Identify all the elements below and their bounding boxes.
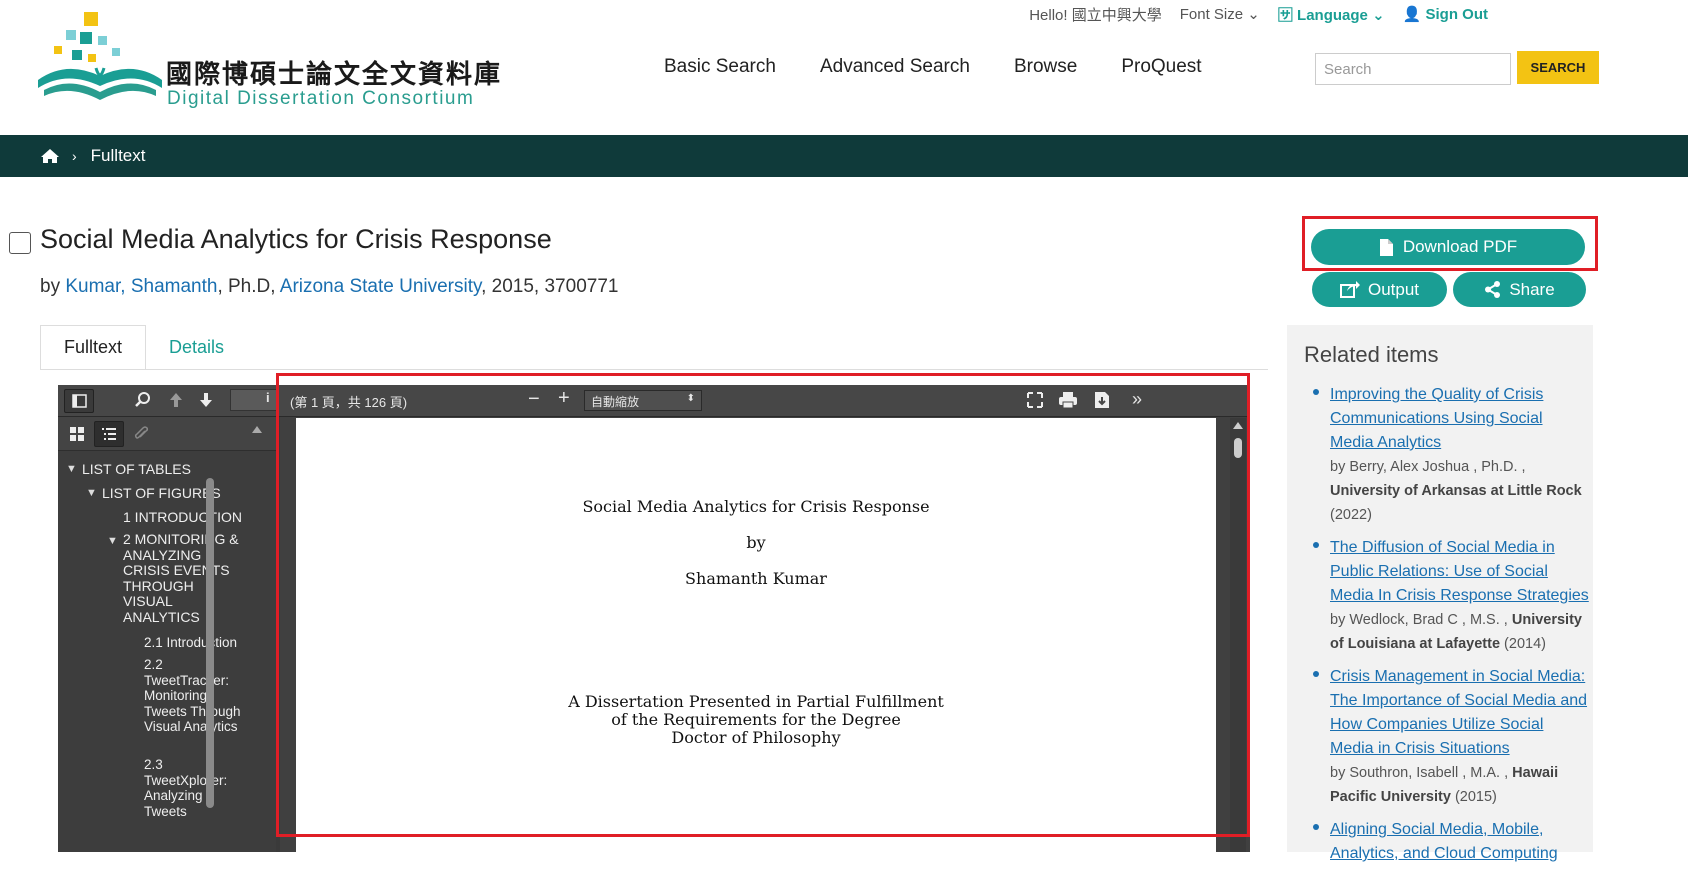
bullet bbox=[1313, 389, 1319, 395]
download-pdf-button[interactable]: Download PDF bbox=[1311, 229, 1585, 265]
degree-text: , Ph.D, bbox=[217, 276, 280, 297]
home-icon[interactable] bbox=[40, 148, 60, 164]
share-icon bbox=[1485, 281, 1501, 298]
outline-item[interactable]: 2 MONITORING & ANALYZING CRISIS EVENTS T… bbox=[123, 531, 243, 625]
bullet bbox=[1313, 542, 1319, 548]
chevron-down-icon: ⌄ bbox=[1372, 6, 1385, 24]
nav-proquest[interactable]: ProQuest bbox=[1121, 56, 1201, 78]
logo-book-icon bbox=[38, 12, 162, 100]
bullet bbox=[1313, 671, 1319, 677]
output-label: Output bbox=[1367, 279, 1420, 299]
triangle-down-icon[interactable]: ▼ bbox=[86, 487, 97, 499]
outline-item[interactable]: 2.3 TweetXplorer: Analyzing Tweets bbox=[144, 757, 244, 819]
utility-bar: Hello! 國立中興大學 Font Size ⌄ 🈂 Language ⌄ 👤… bbox=[1029, 4, 1488, 24]
select-checkbox[interactable] bbox=[9, 232, 31, 254]
breadcrumb-current: Fulltext bbox=[90, 146, 146, 165]
tab-divider bbox=[40, 369, 1268, 370]
tab-details[interactable]: Details bbox=[146, 325, 247, 370]
thumbnail-view-icon[interactable] bbox=[62, 421, 92, 447]
file-pdf-icon bbox=[1379, 238, 1393, 256]
previous-page-icon[interactable] bbox=[168, 391, 184, 413]
list-item: The Diffusion of Social Media in Public … bbox=[1304, 536, 1589, 656]
viewer-highlight-box bbox=[276, 373, 1250, 837]
sign-out-link[interactable]: 👤 Sign Out bbox=[1403, 5, 1488, 23]
font-size-menu[interactable]: Font Size ⌄ bbox=[1180, 5, 1260, 23]
outline-item[interactable]: LIST OF FIGURES bbox=[102, 485, 221, 502]
year-and-id: , 2015, 3700771 bbox=[481, 276, 619, 297]
triangle-down-icon[interactable]: ▼ bbox=[107, 535, 118, 547]
related-item-author: by Wedlock, Brad C , M.S. , bbox=[1330, 612, 1508, 628]
user-icon: 👤 bbox=[1402, 6, 1422, 23]
scroll-up-arrow-icon[interactable] bbox=[252, 426, 262, 433]
language-menu[interactable]: 🈂 Language ⌄ bbox=[1278, 4, 1385, 25]
search-icon[interactable] bbox=[134, 391, 152, 413]
sidebar-icon bbox=[72, 394, 87, 408]
outline-view-icon[interactable] bbox=[94, 421, 124, 447]
output-button[interactable]: Output bbox=[1312, 272, 1447, 307]
by-label: by bbox=[40, 276, 61, 297]
related-item-author: by Berry, Alex Joshua , Ph.D. , bbox=[1330, 459, 1526, 475]
related-items-heading: Related items bbox=[1304, 342, 1439, 367]
author-link[interactable]: Kumar, Shamanth bbox=[65, 276, 217, 297]
related-item-link[interactable]: Aligning Social Media, Mobile, Analytics… bbox=[1330, 818, 1589, 866]
attachments-icon[interactable] bbox=[126, 421, 156, 447]
sidebar-scrollbar-thumb[interactable] bbox=[206, 478, 214, 808]
triangle-down-icon[interactable]: ▼ bbox=[66, 463, 77, 475]
list-item: Improving the Quality of Crisis Communic… bbox=[1304, 383, 1589, 527]
related-item-author: by Southron, Isabell , M.A. , bbox=[1330, 765, 1509, 781]
nav-browse[interactable]: Browse bbox=[1014, 56, 1077, 78]
related-item-year: (2014) bbox=[1504, 636, 1546, 652]
chevron-right-icon: › bbox=[72, 148, 77, 164]
share-label: Share bbox=[1509, 279, 1555, 299]
outline-item[interactable]: 2.1 Introduction bbox=[144, 634, 237, 651]
language-icon: 🈂 bbox=[1277, 6, 1293, 24]
next-page-icon[interactable] bbox=[198, 391, 214, 413]
related-items-list: Improving the Quality of Crisis Communic… bbox=[1304, 383, 1589, 875]
sidebar-view-toggles bbox=[58, 417, 276, 451]
related-item-year: (2022) bbox=[1330, 507, 1372, 523]
bullet bbox=[1313, 824, 1319, 830]
export-icon bbox=[1339, 281, 1360, 298]
related-items-panel: Related items Improving the Quality of C… bbox=[1287, 325, 1593, 862]
main-nav: Basic Search Advanced Search Browse ProQ… bbox=[664, 56, 1202, 78]
related-item-link[interactable]: The Diffusion of Social Media in Public … bbox=[1330, 536, 1589, 608]
page-number-input[interactable] bbox=[230, 389, 278, 411]
logo-english-text: Digital Dissertation Consortium bbox=[167, 88, 475, 109]
outline-item[interactable]: 2.2 TweetTracker: Monitoring Tweets Thro… bbox=[144, 657, 244, 735]
search-button[interactable]: SEARCH bbox=[1517, 51, 1599, 84]
font-size-label: Font Size bbox=[1179, 6, 1244, 23]
site-logo[interactable]: 國際博碩士論文全文資料庫 Digital Dissertation Consor… bbox=[36, 10, 516, 110]
related-item-byline: by Southron, Isabell , M.A. , Hawaii Pac… bbox=[1330, 761, 1589, 809]
sign-out-label: Sign Out bbox=[1425, 6, 1489, 23]
list-item: Aligning Social Media, Mobile, Analytics… bbox=[1304, 818, 1589, 866]
site-header: 國際博碩士論文全文資料庫 Digital Dissertation Consor… bbox=[0, 0, 1688, 135]
related-item-byline: by Berry, Alex Joshua , Ph.D. , Universi… bbox=[1330, 455, 1589, 527]
chevron-down-icon: ⌄ bbox=[1247, 6, 1260, 23]
related-item-byline: by Wedlock, Brad C , M.S. , University o… bbox=[1330, 608, 1589, 656]
outline-item[interactable]: LIST OF TABLES bbox=[82, 461, 191, 478]
share-button[interactable]: Share bbox=[1453, 272, 1586, 307]
download-pdf-label: Download PDF bbox=[1402, 237, 1518, 256]
pdf-sidebar: ▼ LIST OF TABLES ▼ LIST OF FIGURES 1 INT… bbox=[58, 417, 276, 852]
language-label: Language bbox=[1297, 6, 1368, 24]
page-title: Social Media Analytics for Crisis Respon… bbox=[40, 224, 552, 254]
related-item-year: (2015) bbox=[1454, 789, 1497, 805]
related-item-link[interactable]: Crisis Management in Social Media: The I… bbox=[1330, 665, 1589, 761]
byline: by Kumar, Shamanth, Ph.D, Arizona State … bbox=[40, 276, 618, 298]
toggle-sidebar-button[interactable] bbox=[64, 389, 94, 413]
info-icon: i bbox=[266, 390, 270, 405]
breadcrumb: › Fulltext bbox=[0, 135, 1688, 177]
list-item: Crisis Management in Social Media: The I… bbox=[1304, 665, 1589, 809]
greeting-text: Hello! 國立中興大學 bbox=[1029, 6, 1162, 24]
school-link[interactable]: Arizona State University bbox=[280, 276, 481, 297]
related-item-link[interactable]: Improving the Quality of Crisis Communic… bbox=[1330, 383, 1589, 455]
tab-fulltext[interactable]: Fulltext bbox=[40, 325, 147, 370]
related-item-school: University of Arkansas at Little Rock bbox=[1330, 483, 1582, 499]
content-tabs: Fulltext Details bbox=[40, 325, 247, 370]
nav-advanced-search[interactable]: Advanced Search bbox=[820, 56, 970, 78]
logo-chinese-text: 國際博碩士論文全文資料庫 bbox=[166, 60, 503, 90]
nav-basic-search[interactable]: Basic Search bbox=[664, 56, 776, 78]
search-input[interactable]: Search bbox=[1315, 53, 1511, 85]
outline-item[interactable]: 1 INTRODUCTION bbox=[123, 509, 242, 526]
